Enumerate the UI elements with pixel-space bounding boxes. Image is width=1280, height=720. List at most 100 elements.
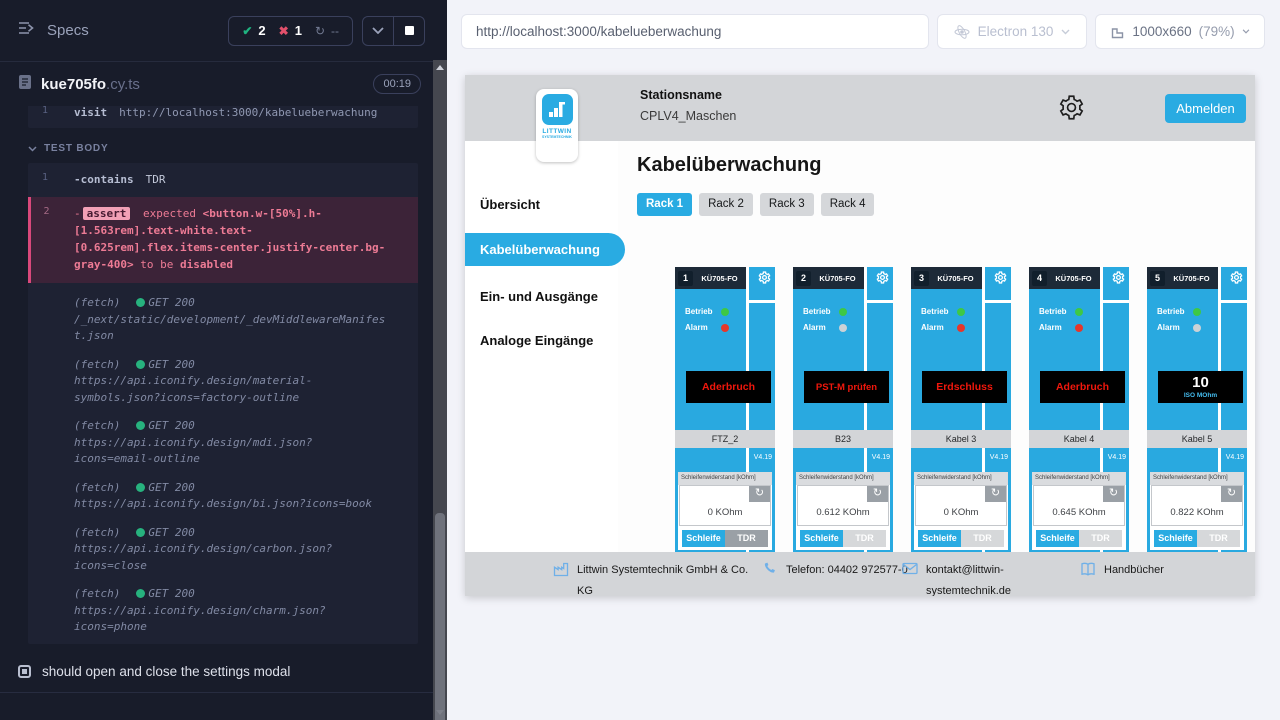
footer-phone[interactable]: Telefon: 04402 972577-0 (762, 560, 912, 582)
alarm-label: Alarm (685, 323, 713, 332)
footer-manuals[interactable]: Handbücher (1080, 560, 1164, 581)
specs-title: Specs (47, 22, 228, 39)
fetch-label: (fetch) (74, 419, 120, 432)
queued-test-row[interactable]: should open and close the settings modal (0, 644, 433, 692)
settings-gear-icon[interactable] (1058, 94, 1085, 126)
network-log-row[interactable]: (fetch)GET 200/_next/static/development/… (28, 295, 418, 345)
card-number-badge: 3 (914, 271, 929, 286)
refresh-button[interactable]: ↻ (749, 486, 770, 502)
spec-file-row[interactable]: kue705fo.cy.ts 00:19 (0, 62, 433, 106)
status-ok-dot (136, 360, 145, 369)
url-input[interactable]: http://localhost:3000/kabelueberwachung (461, 14, 929, 49)
viewport-size: 1000x660 (1132, 24, 1191, 39)
refresh-button[interactable]: ↻ (1221, 486, 1242, 502)
alarm-led-red (721, 324, 729, 332)
sidebar-item-analoge-eingaenge[interactable]: Analoge Eingänge (480, 333, 593, 348)
cross-icon: ✖ (279, 24, 289, 38)
network-log-row[interactable]: (fetch)GET 200https://api.iconify.design… (28, 418, 418, 468)
status-display: Aderbruch (686, 371, 771, 403)
alarm-label: Alarm (1157, 323, 1185, 332)
sidebar-item-kabelueberwachung-active[interactable]: Kabelüberwachung (465, 233, 625, 266)
command-row-contains[interactable]: 1 -containsTDR (28, 168, 418, 191)
card-gear-icon[interactable] (876, 271, 889, 289)
scrollbar-track[interactable] (433, 60, 447, 720)
command-number: 1 (28, 168, 62, 191)
firmware-version: V4.19 (754, 454, 772, 461)
network-log-row[interactable]: (fetch)GET 200https://api.iconify.design… (28, 525, 418, 575)
browser-selector[interactable]: Electron 130 (937, 14, 1087, 49)
card-header: 5 KÜ705-FO (1147, 267, 1218, 289)
fetch-status: GET 200 (148, 296, 194, 309)
schleife-button[interactable]: Schleife (1036, 530, 1079, 547)
betrieb-label: Betrieb (685, 307, 713, 316)
tdr-button-disabled[interactable]: TDR (1079, 530, 1122, 547)
viewport-selector[interactable]: 1000x660 (79%) (1095, 14, 1265, 49)
phone-icon (762, 560, 778, 582)
tab-rack-2[interactable]: Rack 2 (699, 193, 753, 216)
schleife-button[interactable]: Schleife (918, 530, 961, 547)
stat-failed: ✖1 (279, 23, 302, 38)
fetch-label: (fetch) (74, 587, 120, 600)
logout-button[interactable]: Abmelden (1165, 94, 1246, 123)
footer-email[interactable]: kontakt@littwin-systemtechnik.de (902, 560, 1026, 596)
schleife-button[interactable]: Schleife (1154, 530, 1197, 547)
status-ok-dot (136, 421, 145, 430)
specs-menu-icon[interactable] (18, 21, 36, 40)
schleife-button[interactable]: Schleife (800, 530, 843, 547)
refresh-button[interactable]: ↻ (985, 486, 1006, 502)
card-gear-icon[interactable] (1112, 271, 1125, 289)
measurement-box: ↻ 0 KOhm (915, 485, 1007, 526)
alarm-led-off (1193, 324, 1201, 332)
spec-file-icon (18, 74, 32, 95)
betrieb-led-green (1193, 308, 1201, 316)
schleife-button[interactable]: Schleife (682, 530, 725, 547)
status-leds: Betrieb Alarm (685, 307, 729, 339)
rack-tabs: Rack 1 Rack 2 Rack 3 Rack 4 (637, 193, 874, 216)
tab-rack-1[interactable]: Rack 1 (637, 193, 692, 216)
stop-button[interactable] (394, 17, 424, 45)
command-row-assert-failed[interactable]: 2 -assert expected <button.w-[50%].h-[1.… (28, 197, 418, 283)
card-buttons: Schleife TDR (682, 530, 768, 547)
collapse-chevron-button[interactable] (363, 17, 393, 45)
scroll-up-arrow-icon[interactable] (436, 65, 444, 70)
card-gear-icon[interactable] (1230, 271, 1243, 289)
runner-toolbar: http://localhost:3000/kabelueberwachung … (461, 14, 1265, 49)
card-gear-icon[interactable] (994, 271, 1007, 289)
network-log-row[interactable]: (fetch)GET 200https://api.iconify.design… (28, 480, 418, 513)
tdr-button-disabled[interactable]: TDR (843, 530, 886, 547)
divider (749, 300, 775, 303)
refresh-button[interactable]: ↻ (1103, 486, 1124, 502)
electron-icon (954, 24, 970, 40)
stat-passed: ✔2 (242, 23, 265, 38)
test-stats[interactable]: ✔2 ✖1 ↻-- (228, 16, 353, 46)
test-body-section-header[interactable]: TEST BODY (28, 143, 433, 154)
sidebar-item-ein-und-ausgaenge[interactable]: Ein- und Ausgänge (480, 289, 598, 304)
factory-icon (553, 560, 569, 596)
tdr-button-disabled[interactable]: TDR (961, 530, 1004, 547)
network-log-row[interactable]: (fetch)GET 200https://api.iconify.design… (28, 586, 418, 636)
divider (867, 300, 893, 303)
measurement-label: Schleifenwiderstand [kOhm] (796, 472, 890, 485)
network-log-row[interactable]: (fetch)GET 200https://api.iconify.design… (28, 357, 418, 407)
card-gear-icon[interactable] (758, 271, 771, 289)
refresh-button[interactable]: ↻ (867, 486, 888, 502)
tdr-button-disabled[interactable]: TDR (1197, 530, 1240, 547)
status-message: Aderbruch (702, 381, 755, 393)
card-buttons: Schleife TDR (1036, 530, 1122, 547)
scrollbar-thumb[interactable] (435, 513, 445, 720)
footer-company[interactable]: Littwin Systemtechnik GmbH & Co. KG (553, 560, 752, 596)
scroll-down-arrow-icon[interactable] (436, 710, 444, 715)
tdr-button[interactable]: TDR (725, 530, 768, 547)
tab-rack-3[interactable]: Rack 3 (760, 193, 814, 216)
card-header: 1 KÜ705-FO (675, 267, 746, 289)
card-device-title: KÜ705-FO (1047, 274, 1100, 283)
sidebar-item-uebersicht[interactable]: Übersicht (480, 197, 540, 212)
cable-monitor-card-5: 5 KÜ705-FO Betrieb Alarm 10 ISO MOhm Kab (1147, 267, 1247, 567)
card-number-badge: 2 (796, 271, 811, 286)
tab-rack-4[interactable]: Rack 4 (821, 193, 875, 216)
divider (1103, 300, 1129, 303)
cable-monitor-card-3: 3 KÜ705-FO Betrieb Alarm Erdschluss Kabe… (911, 267, 1011, 567)
betrieb-label: Betrieb (803, 307, 831, 316)
command-row-visit[interactable]: 1 visithttp://localhost:3000/kabelueberw… (28, 106, 418, 128)
reporter-scrollbar[interactable] (433, 0, 447, 720)
